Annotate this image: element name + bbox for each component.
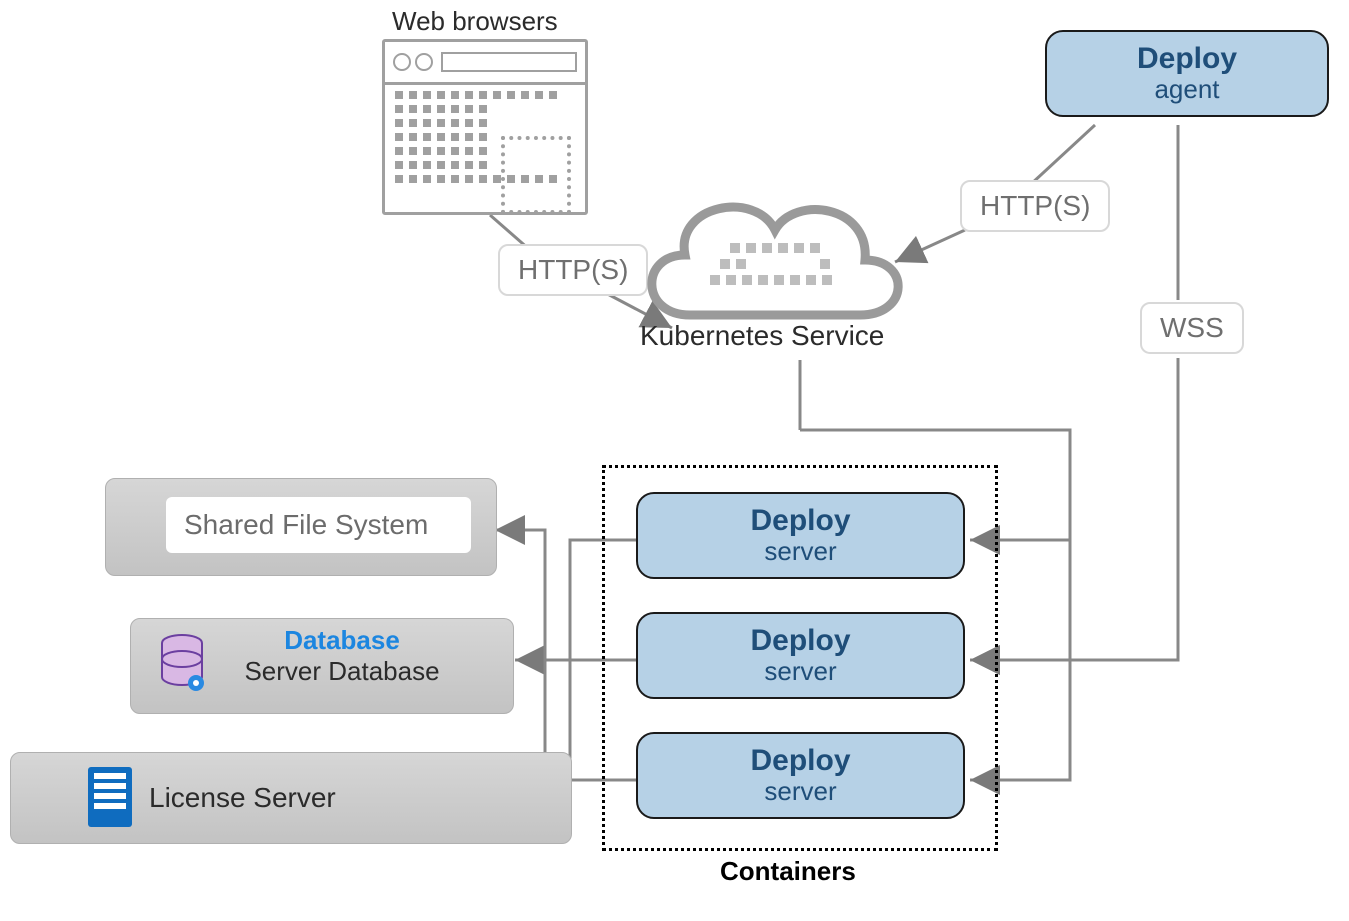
server-rack-icon bbox=[88, 752, 132, 842]
database-title: Database bbox=[171, 625, 513, 656]
deploy-server-sub: server bbox=[638, 656, 963, 687]
deploy-server-box-3: Deploy server bbox=[636, 732, 965, 819]
web-browsers-label: Web browsers bbox=[392, 6, 558, 37]
containers-label: Containers bbox=[720, 856, 856, 887]
deploy-agent-title: Deploy bbox=[1047, 42, 1327, 76]
database-box: Database Server Database bbox=[130, 618, 514, 714]
license-server-label: License Server bbox=[149, 782, 336, 814]
https-label-right: HTTP(S) bbox=[960, 180, 1110, 232]
deploy-server-sub: server bbox=[638, 776, 963, 807]
k8s-service-label: Kubernetes Service bbox=[640, 320, 884, 352]
deploy-agent-box: Deploy agent bbox=[1045, 30, 1329, 117]
shared-fs-box: Shared File System bbox=[105, 478, 497, 576]
deploy-server-title: Deploy bbox=[638, 624, 963, 658]
database-sub: Server Database bbox=[171, 656, 513, 687]
deploy-server-sub: server bbox=[638, 536, 963, 567]
deploy-agent-sub: agent bbox=[1047, 74, 1327, 105]
database-icon bbox=[159, 633, 205, 693]
deploy-server-box-2: Deploy server bbox=[636, 612, 965, 699]
deploy-server-title: Deploy bbox=[638, 504, 963, 538]
wss-label: WSS bbox=[1140, 302, 1244, 354]
deploy-server-title: Deploy bbox=[638, 744, 963, 778]
web-browser-icon bbox=[382, 39, 588, 215]
deploy-server-box-1: Deploy server bbox=[636, 492, 965, 579]
shared-fs-label: Shared File System bbox=[166, 497, 471, 553]
